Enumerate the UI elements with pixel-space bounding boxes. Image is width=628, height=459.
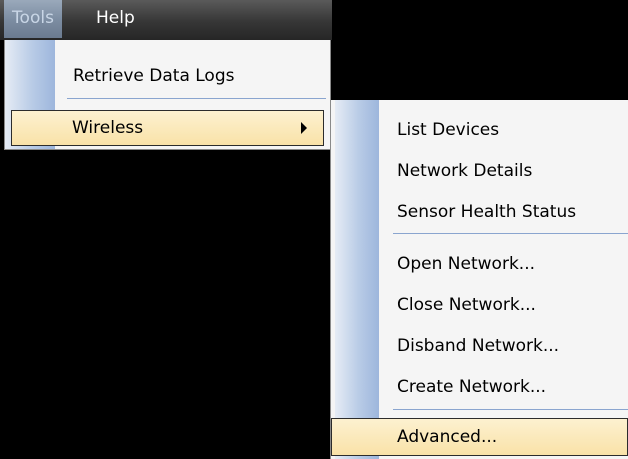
menu-separator <box>393 233 628 234</box>
app-window: Tools Help Retrieve Data Logs Wireless L… <box>0 0 628 459</box>
menu-item-label: List Devices <box>397 120 500 140</box>
menu-item-label: Sensor Health Status <box>397 202 577 222</box>
tools-dropdown: Retrieve Data Logs Wireless <box>4 40 331 150</box>
menu-item-close-network[interactable]: Close Network... <box>331 287 628 323</box>
menu-item-network-details[interactable]: Network Details <box>331 153 628 189</box>
menu-item-disband-network[interactable]: Disband Network... <box>331 328 628 364</box>
menu-item-retrieve-data-logs[interactable]: Retrieve Data Logs <box>7 58 328 94</box>
wireless-submenu: List Devices Network Details Sensor Heal… <box>330 100 628 459</box>
submenu-arrow-icon <box>301 122 307 134</box>
menu-item-sensor-health-status[interactable]: Sensor Health Status <box>331 194 628 230</box>
menu-item-open-network[interactable]: Open Network... <box>331 246 628 282</box>
menu-item-label: Disband Network... <box>397 336 560 356</box>
menu-item-label: Wireless <box>72 118 144 138</box>
menu-help[interactable]: Help <box>96 0 156 40</box>
menu-item-label: Open Network... <box>397 254 536 274</box>
menu-item-wireless[interactable]: Wireless <box>11 110 324 146</box>
menu-separator <box>393 409 628 410</box>
menu-item-advanced[interactable]: Advanced... <box>331 418 628 456</box>
menu-item-label: Network Details <box>397 161 533 181</box>
menu-item-label: Create Network... <box>397 377 547 397</box>
menu-separator <box>67 98 326 99</box>
menu-item-list-devices[interactable]: List Devices <box>331 112 628 148</box>
menu-bar: Tools Help <box>0 0 332 40</box>
menu-item-label: Retrieve Data Logs <box>73 66 235 86</box>
menu-item-label: Close Network... <box>397 295 536 315</box>
menu-tools[interactable]: Tools <box>4 0 62 38</box>
menu-item-create-network[interactable]: Create Network... <box>331 369 628 405</box>
menu-item-label: Advanced... <box>397 427 498 447</box>
